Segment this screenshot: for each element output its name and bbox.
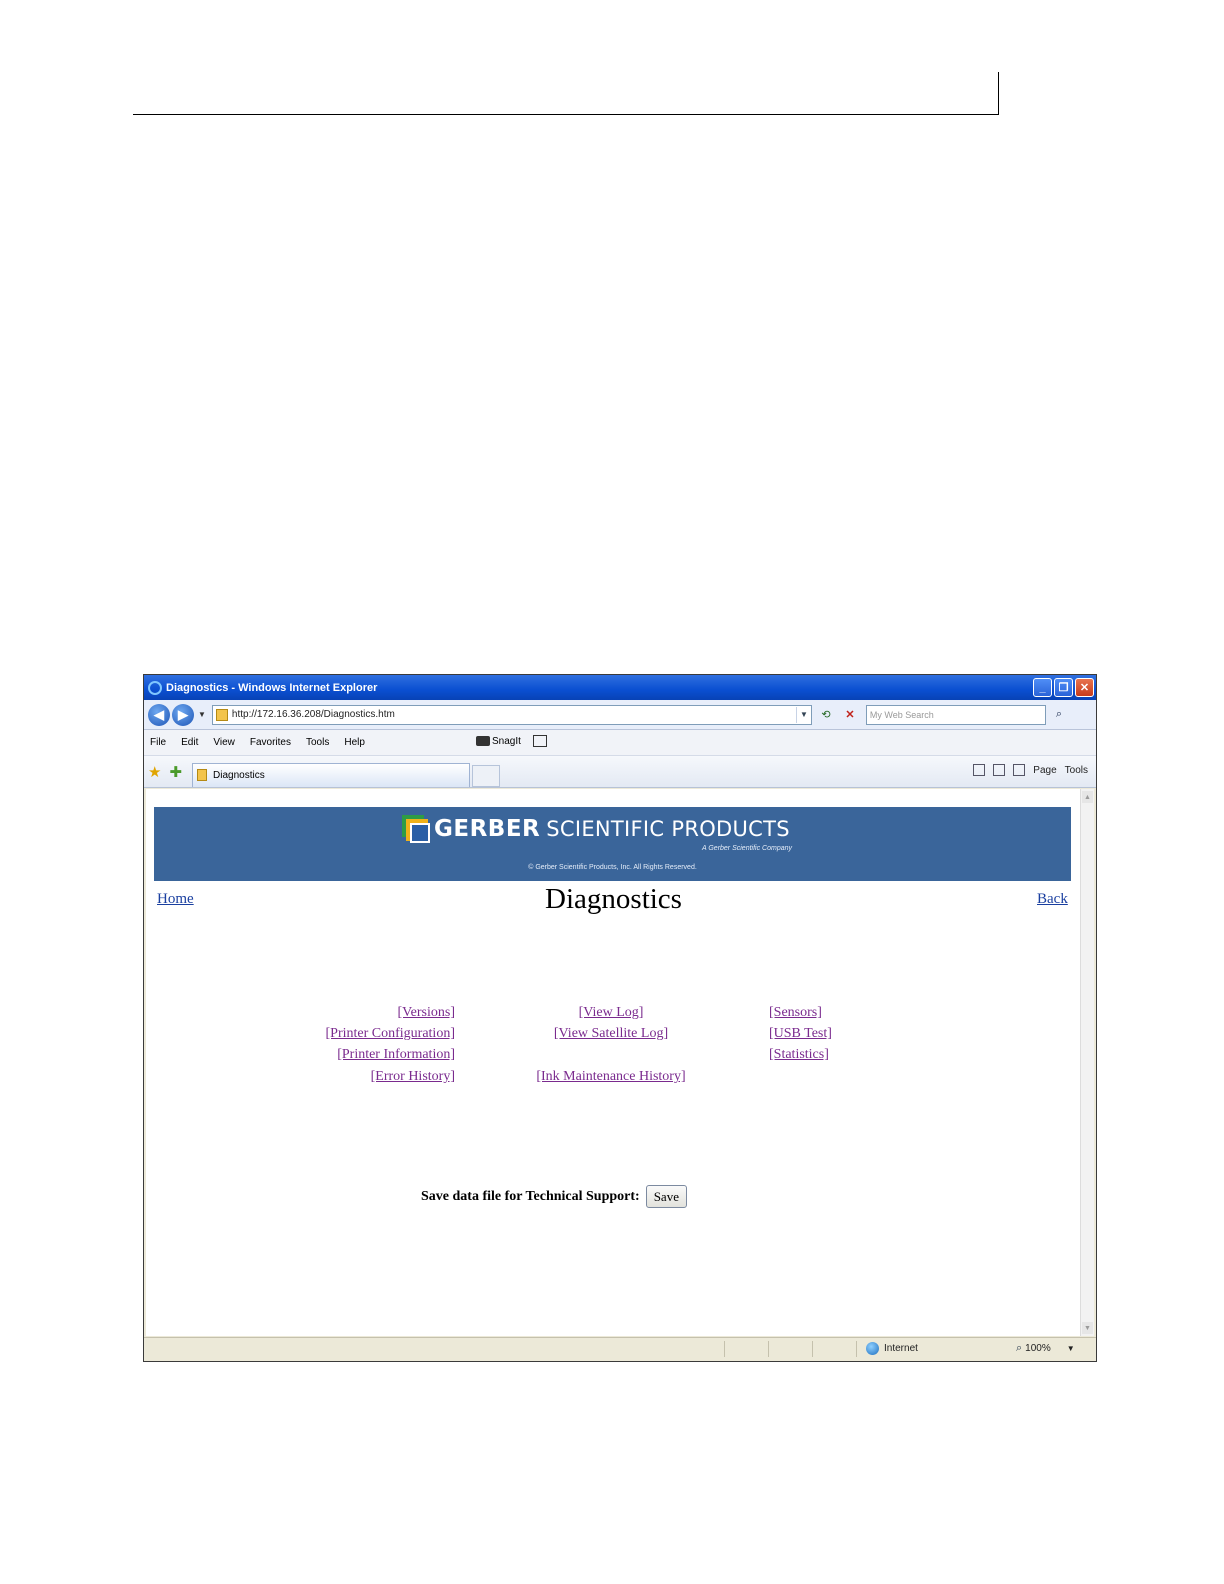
search-icon[interactable]: ⌕ xyxy=(1048,705,1070,725)
ink-maintenance-history-link[interactable]: [Ink Maintenance History] xyxy=(536,1069,685,1085)
back-button[interactable]: ◀ xyxy=(148,703,170,726)
address-bar: ◀ ▶ ▼ http://172.16.36.208/Diagnostics.h… xyxy=(144,700,1096,730)
snagit-button[interactable]: SnagIt xyxy=(476,735,547,747)
favorites-star-icon[interactable]: ★ xyxy=(148,763,161,781)
back-link[interactable]: Back xyxy=(1037,891,1068,908)
history-dropdown-icon[interactable]: ▼ xyxy=(198,710,206,719)
scroll-down-icon[interactable]: ▼ xyxy=(1082,1322,1093,1334)
home-icon[interactable] xyxy=(973,764,986,776)
vertical-scrollbar[interactable]: ▲ ▼ xyxy=(1080,789,1094,1336)
snagit-label: SnagIt xyxy=(492,735,521,747)
scroll-up-icon[interactable]: ▲ xyxy=(1082,791,1093,803)
ie-logo-icon xyxy=(148,680,162,695)
stop-icon[interactable]: ✕ xyxy=(840,706,860,724)
browser-window: Diagnostics - Windows Internet Explorer … xyxy=(143,674,1097,1362)
copyright-text: © Gerber Scientific Products, Inc. All R… xyxy=(528,864,697,871)
minimize-button[interactable]: _ xyxy=(1033,678,1052,697)
add-favorite-icon[interactable]: ✚ xyxy=(169,763,182,781)
zoom-icon: ⌕ xyxy=(1016,1342,1023,1354)
tab-label: Diagnostics xyxy=(213,769,265,781)
security-zone: Internet xyxy=(866,1342,918,1355)
error-history-link[interactable]: [Error History] xyxy=(371,1069,455,1085)
url-dropdown-icon[interactable]: ▼ xyxy=(795,706,811,723)
page-header-rule-vertical xyxy=(998,72,999,115)
zoom-control[interactable]: ⌕ 100% ▼ xyxy=(1016,1342,1075,1355)
feeds-icon[interactable] xyxy=(993,764,1006,776)
view-satellite-log-link[interactable]: [View Satellite Log] xyxy=(554,1026,668,1042)
printer-configuration-link[interactable]: [Printer Configuration] xyxy=(326,1026,455,1042)
menu-favorites[interactable]: Favorites xyxy=(250,737,291,748)
menu-bar: File Edit View Favorites Tools Help Snag… xyxy=(144,730,1096,756)
save-label: Save data file for Technical Support: xyxy=(421,1188,640,1204)
status-bar: Internet ⌕ 100% ▼ xyxy=(144,1337,1096,1361)
command-bar: Page Tools xyxy=(973,764,1088,776)
brand-tagline: A Gerber Scientific Company xyxy=(702,845,792,852)
camera-icon xyxy=(476,736,490,746)
brand-subtitle: SCIENTIFIC PRODUCTS xyxy=(546,817,790,841)
tab-diagnostics[interactable]: Diagnostics xyxy=(192,762,471,787)
page-menu[interactable]: Page xyxy=(1033,765,1056,776)
gerber-banner: GERBER SCIENTIFIC PRODUCTS A Gerber Scie… xyxy=(154,807,1071,881)
new-tab-button[interactable] xyxy=(472,764,501,787)
page-icon xyxy=(215,708,228,721)
zoom-level: 100% xyxy=(1025,1343,1051,1354)
menu-edit[interactable]: Edit xyxy=(181,737,198,748)
view-log-link[interactable]: [View Log] xyxy=(579,1005,644,1021)
statistics-link[interactable]: [Statistics] xyxy=(769,1047,829,1063)
gerber-logo: GERBER SCIENTIFIC PRODUCTS xyxy=(402,815,790,843)
search-input[interactable]: My Web Search xyxy=(865,704,1046,725)
url-text[interactable]: http://172.16.36.208/Diagnostics.htm xyxy=(232,709,796,720)
status-divider xyxy=(768,1341,769,1357)
page-content: GERBER SCIENTIFIC PRODUCTS A Gerber Scie… xyxy=(146,789,1081,1336)
status-divider xyxy=(856,1341,857,1357)
save-row: Save data file for Technical Support: Sa… xyxy=(421,1185,687,1208)
menu-view[interactable]: View xyxy=(213,737,235,748)
tools-menu[interactable]: Tools xyxy=(1065,765,1088,776)
menu-file[interactable]: File xyxy=(150,737,166,748)
page-icon xyxy=(197,769,208,781)
sensors-link[interactable]: [Sensors] xyxy=(769,1005,822,1021)
tab-bar: ★ ✚ Diagnostics Page Tools xyxy=(144,756,1096,788)
usb-test-link[interactable]: [USB Test] xyxy=(769,1026,832,1042)
menu-tools[interactable]: Tools xyxy=(306,737,329,748)
search-placeholder: My Web Search xyxy=(869,709,934,720)
snagit-window-icon[interactable] xyxy=(532,735,547,747)
versions-link[interactable]: [Versions] xyxy=(397,1005,455,1021)
url-input[interactable]: http://172.16.36.208/Diagnostics.htm ▼ xyxy=(211,704,812,725)
zoom-dropdown-icon[interactable]: ▼ xyxy=(1067,1344,1075,1353)
forward-button[interactable]: ▶ xyxy=(172,703,194,726)
globe-icon xyxy=(866,1342,879,1355)
status-divider xyxy=(812,1341,813,1357)
zone-label: Internet xyxy=(884,1343,918,1354)
menu-help[interactable]: Help xyxy=(344,737,365,748)
close-button[interactable]: ✕ xyxy=(1075,678,1094,697)
window-title: Diagnostics - Windows Internet Explorer xyxy=(166,681,378,694)
page-header-rule xyxy=(133,114,999,115)
title-bar: Diagnostics - Windows Internet Explorer … xyxy=(144,675,1096,700)
brand-name: GERBER xyxy=(434,816,541,842)
printer-information-link[interactable]: [Printer Information] xyxy=(337,1047,455,1063)
maximize-button[interactable]: ❐ xyxy=(1054,678,1073,697)
save-button[interactable]: Save xyxy=(645,1185,687,1208)
refresh-icon[interactable]: ⟲ xyxy=(816,706,836,724)
status-divider xyxy=(724,1341,725,1357)
print-icon[interactable] xyxy=(1013,764,1026,776)
gerber-logo-icon xyxy=(402,815,430,843)
page-title: Diagnostics xyxy=(545,883,682,915)
